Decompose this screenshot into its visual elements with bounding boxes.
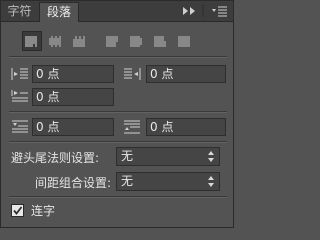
dropdown-arrows-icon [208, 176, 214, 187]
justify-all-icon [178, 36, 190, 47]
align-right-icon [73, 36, 85, 47]
justify-last-left-button[interactable] [104, 31, 124, 51]
alignment-button-group [19, 31, 219, 51]
left-indent-icon [11, 68, 28, 80]
justify-last-right-icon [154, 36, 166, 47]
section-divider [9, 111, 227, 113]
panel-collapse-arrows-icon[interactable] [181, 4, 207, 18]
align-left-button[interactable] [22, 31, 42, 51]
dropdown-arrows-icon [208, 151, 214, 162]
tab-character[interactable]: 字符 [1, 2, 38, 21]
left-indent-field[interactable]: 0 点 [32, 65, 114, 83]
section-divider [9, 56, 227, 58]
hyphenate-checkbox[interactable] [11, 204, 24, 217]
justify-last-center-button[interactable] [128, 31, 148, 51]
justify-last-left-icon [106, 36, 118, 47]
align-right-button[interactable] [70, 31, 90, 51]
mojikumi-value: 无 [121, 174, 134, 188]
space-after-field[interactable]: 0 点 [146, 118, 226, 136]
tab-paragraph-label: 段落 [46, 5, 71, 19]
kinsoku-label: 避头尾法则设置: [11, 151, 100, 165]
first-line-indent-field[interactable]: 0 点 [32, 88, 114, 106]
align-center-button[interactable] [46, 31, 66, 51]
align-left-icon [25, 36, 37, 47]
justify-last-center-icon [130, 36, 142, 47]
kinsoku-select[interactable]: 无 [116, 147, 220, 166]
kinsoku-value: 无 [121, 149, 134, 163]
hyphenate-label[interactable]: 连字 [31, 204, 55, 218]
justify-all-button[interactable] [176, 31, 196, 51]
tab-character-label: 字符 [7, 4, 32, 18]
panel-menu-icon[interactable] [211, 3, 229, 19]
space-before-icon [12, 120, 28, 133]
section-divider [9, 141, 227, 143]
mojikumi-label: 间距组合设置: [35, 176, 112, 190]
tab-paragraph[interactable]: 段落 [39, 2, 79, 22]
mojikumi-select[interactable]: 无 [116, 172, 220, 191]
section-divider [9, 196, 227, 198]
justify-last-right-button[interactable] [152, 31, 172, 51]
checkmark-icon [13, 206, 23, 215]
panel-tab-bar: 字符 段落 [1, 1, 233, 22]
paragraph-panel: 字符 段落 0 点 0 点 0 点 0 点 0 点 避头尾法则设置: 无 间距组… [0, 0, 234, 228]
align-center-icon [49, 36, 61, 47]
right-indent-field[interactable]: 0 点 [146, 65, 226, 83]
space-before-field[interactable]: 0 点 [32, 118, 114, 136]
right-indent-icon [124, 68, 141, 80]
space-after-icon [124, 120, 140, 134]
first-line-indent-icon [11, 90, 28, 102]
